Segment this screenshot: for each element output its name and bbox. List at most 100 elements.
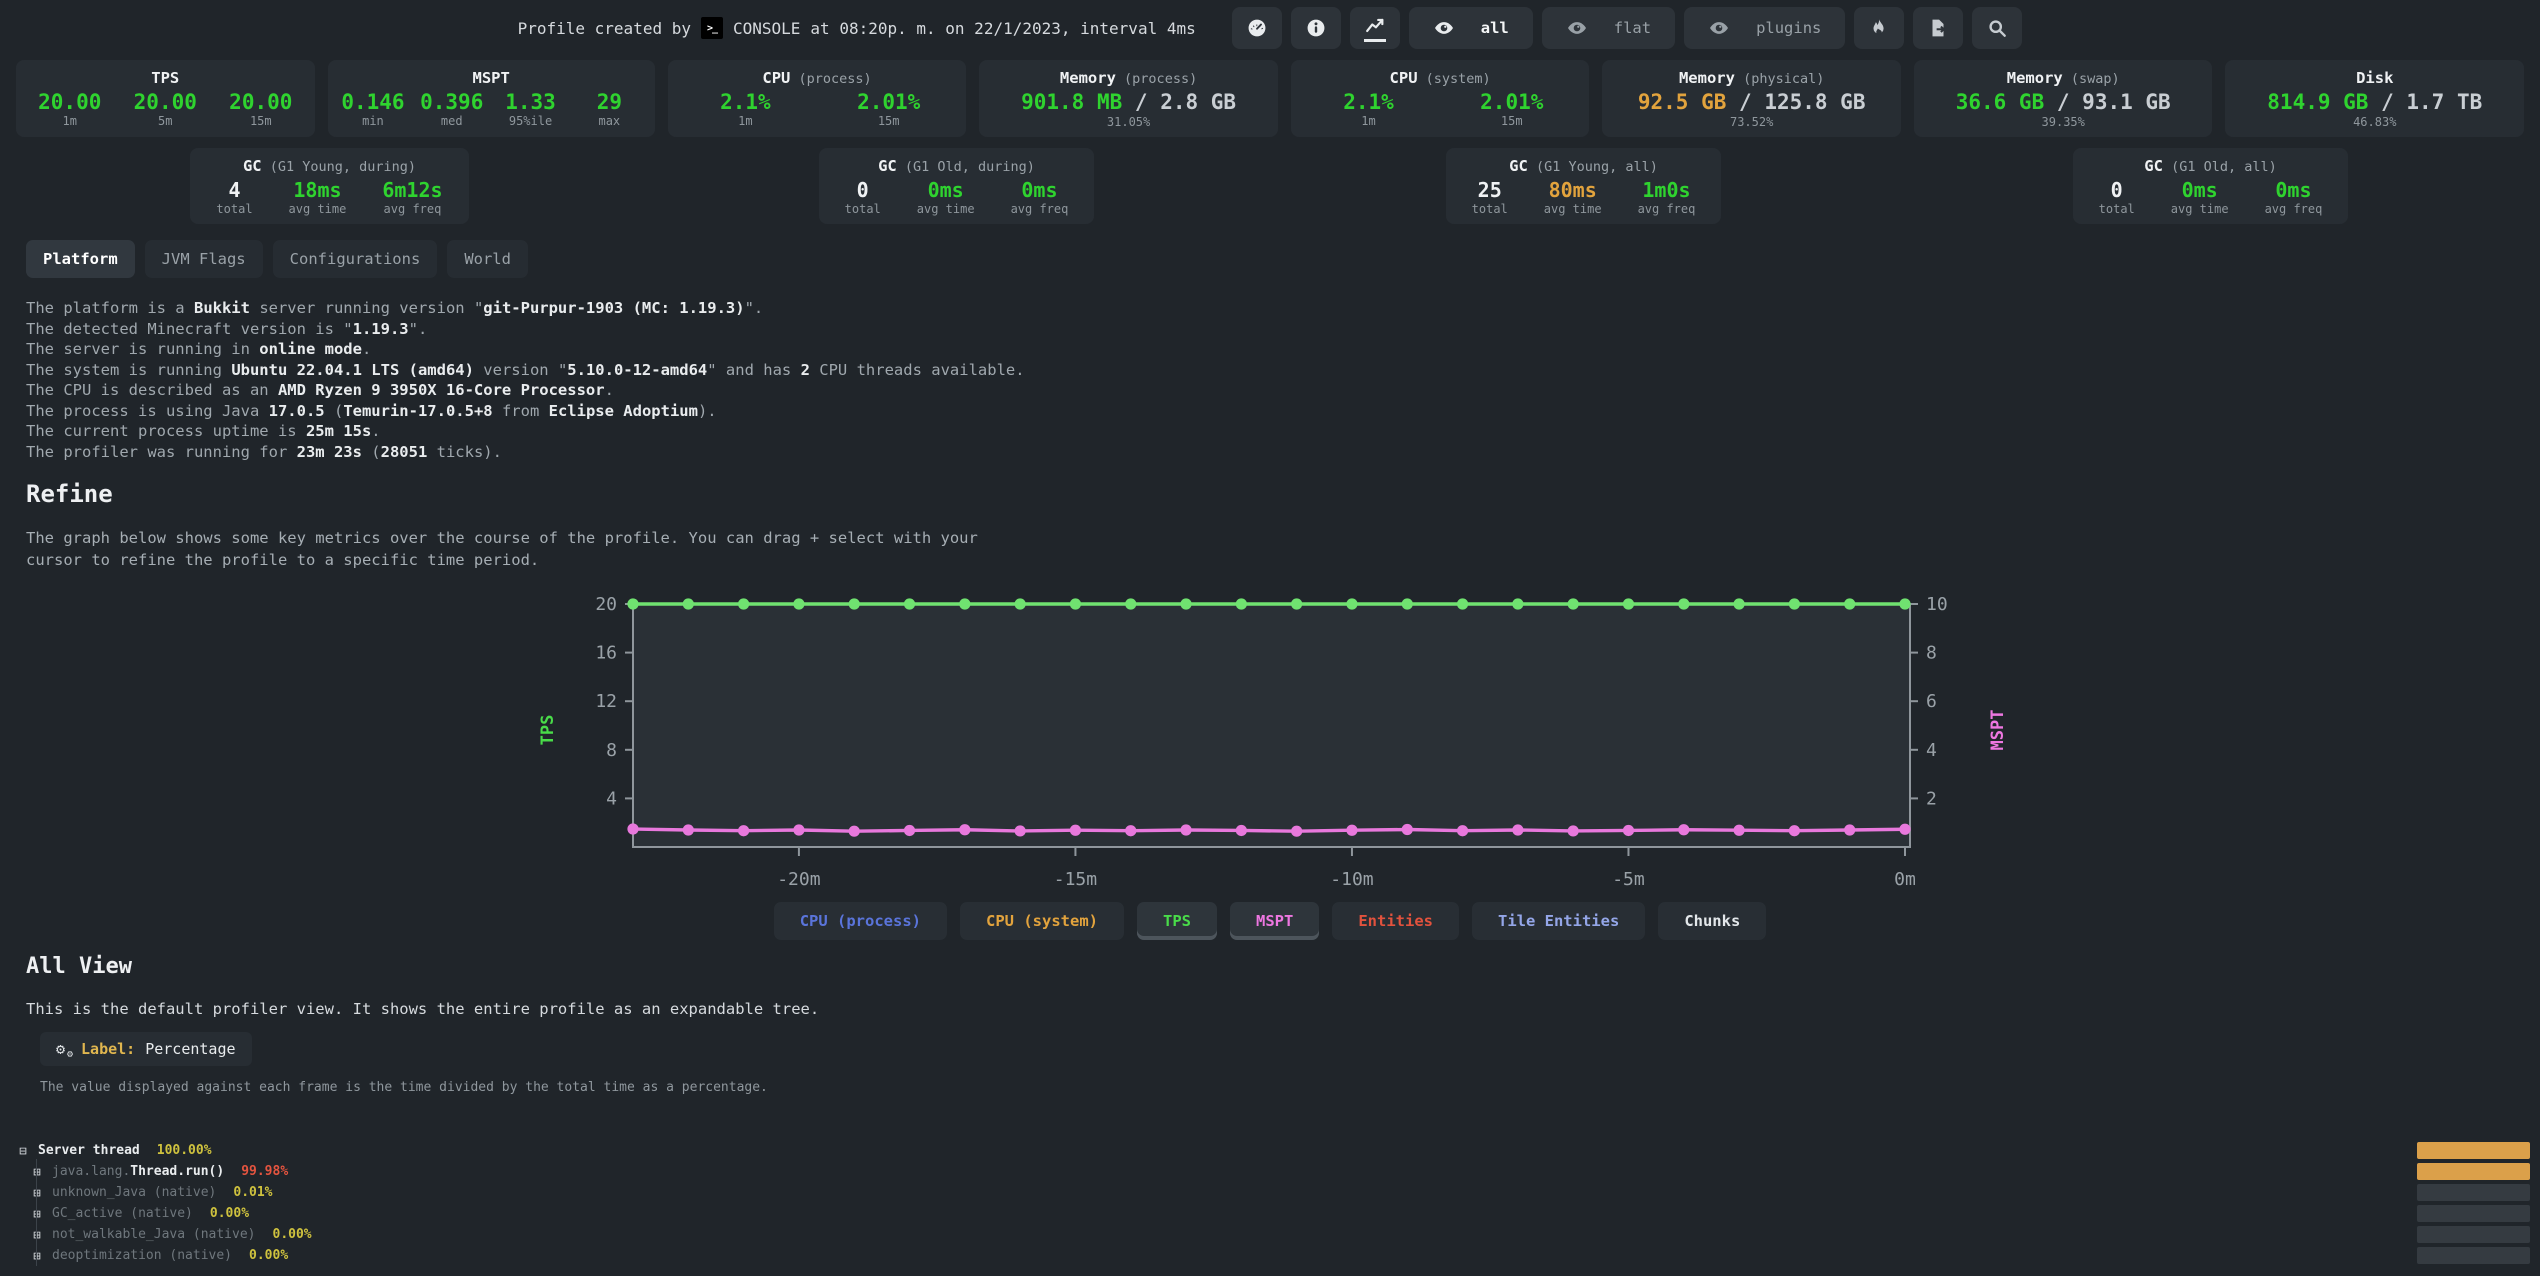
console-avatar-icon: >_ bbox=[701, 17, 723, 39]
stat-used-value: 901.8 MB bbox=[1021, 90, 1122, 114]
series-point-tps bbox=[1291, 598, 1302, 609]
series-point-tps bbox=[1180, 598, 1191, 609]
refine-description: The graph below shows some key metrics o… bbox=[26, 528, 1006, 571]
tab-world[interactable]: World bbox=[447, 240, 528, 278]
platform-info-segment: ). bbox=[698, 402, 717, 420]
platform-info-segment: . bbox=[362, 340, 371, 358]
legend-button-cpu-system[interactable]: CPU (system) bbox=[960, 902, 1124, 940]
series-point-mspt bbox=[738, 825, 749, 836]
stat-fraction-separator: / bbox=[1726, 90, 1764, 114]
stat-widget-title-text: Memory bbox=[2007, 69, 2063, 87]
header-bar: Profile created by >_ CONSOLE at 08:20p.… bbox=[0, 0, 2540, 56]
gc-widget-values: 0total0msavg time0msavg freq bbox=[2099, 178, 2323, 216]
legend-button-tile-entities[interactable]: Tile Entities bbox=[1472, 902, 1645, 940]
tree-row[interactable]: ⊟Server thread100.00% bbox=[16, 1140, 2530, 1161]
gc-col-total: 25total bbox=[1472, 178, 1508, 216]
gc-value-label: avg time bbox=[2171, 202, 2229, 216]
all-view-heading: All View bbox=[26, 954, 132, 979]
gc-col-avg-time: 0msavg time bbox=[917, 178, 975, 216]
stat-value-label: 1m bbox=[1297, 114, 1440, 128]
platform-info-segment: from bbox=[493, 402, 549, 420]
expand-icon[interactable]: ⊞ bbox=[30, 1164, 44, 1179]
series-point-tps bbox=[1125, 598, 1136, 609]
stat-widget-title: Memory (process) bbox=[985, 69, 1272, 87]
series-point-mspt bbox=[904, 825, 915, 836]
stat-value-label: max bbox=[570, 114, 649, 128]
platform-info-line: The process is using Java 17.0.5 (Temuri… bbox=[26, 401, 1025, 422]
stat-value: 0.396 bbox=[412, 90, 491, 114]
platform-info-segment: Eclipse Adoptium bbox=[549, 402, 698, 420]
tree-row[interactable]: ⊞unknown_Java (native)0.01% bbox=[16, 1182, 2530, 1203]
gc-col-avg-freq: 6m12savg freq bbox=[382, 178, 442, 216]
gc-value-label: total bbox=[845, 202, 881, 216]
refine-chart[interactable]: 20161284108642-20m-15m-10m-5m0mTPSMSPT bbox=[0, 570, 2540, 920]
gc-widget-title-sub: (G1 Old, all) bbox=[2163, 159, 2277, 175]
info-button[interactable] bbox=[1291, 7, 1341, 49]
export-icon bbox=[1927, 17, 1949, 39]
platform-info-text: The platform is a Bukkit server running … bbox=[26, 298, 1025, 462]
tree-row[interactable]: ⊞not_walkable_Java (native)0.00% bbox=[16, 1224, 2530, 1245]
gc-widget-title-sub: (G1 Old, during) bbox=[897, 159, 1035, 175]
platform-info-segment: ( bbox=[325, 402, 344, 420]
series-point-tps bbox=[1623, 598, 1634, 609]
tree-row[interactable]: ⊞deoptimization (native)0.00% bbox=[16, 1245, 2530, 1266]
collapse-icon[interactable]: ⊟ bbox=[16, 1143, 30, 1158]
tree-node-bar bbox=[2417, 1247, 2530, 1264]
gauge-button[interactable] bbox=[1232, 7, 1282, 49]
eye-icon bbox=[1566, 17, 1588, 39]
view-toggle-label: all bbox=[1481, 19, 1509, 37]
tab-platform[interactable]: Platform bbox=[26, 240, 135, 278]
tree-row[interactable]: ⊞ GC_active (native) 0.00% bbox=[16, 1203, 2530, 1224]
legend-button-chunks[interactable]: Chunks bbox=[1658, 902, 1766, 940]
gc-widget-title: GC (G1 Young, all) bbox=[1472, 157, 1696, 175]
view-toggle-all[interactable]: all bbox=[1409, 7, 1533, 49]
right-axis-tick-label: 2 bbox=[1926, 788, 1937, 809]
gc-col-avg-time: 18msavg time bbox=[289, 178, 347, 216]
gears-icon: ⚙⚙ bbox=[56, 1042, 71, 1057]
expand-icon[interactable]: ⊞ bbox=[30, 1206, 44, 1221]
stat-widget-memory-physical: Memory (physical)92.5 GB / 125.8 GB73.52… bbox=[1602, 60, 1901, 137]
tab-jvm-flags[interactable]: JVM Flags bbox=[145, 240, 263, 278]
gc-value-label: avg freq bbox=[1011, 202, 1069, 216]
gc-widget-title: GC (G1 Old, all) bbox=[2099, 157, 2323, 175]
stat-fraction-separator: / bbox=[2044, 90, 2082, 114]
platform-info-segment: The detected Minecraft version is " bbox=[26, 320, 353, 338]
stat-widget-title-text: MSPT bbox=[472, 69, 509, 87]
gc-cell: GC (G1 Old, during)0total0msavg time0msa… bbox=[643, 148, 1270, 224]
legend-button-mspt[interactable]: MSPT bbox=[1230, 902, 1319, 940]
series-point-tps bbox=[959, 598, 970, 609]
expand-icon[interactable]: ⊞ bbox=[30, 1227, 44, 1242]
flame-button[interactable] bbox=[1854, 7, 1904, 49]
chart-legend: CPU (process) CPU (system) TPS MSPT Entities… bbox=[0, 902, 2540, 940]
series-point-mspt bbox=[1070, 825, 1081, 836]
legend-button-tps[interactable]: TPS bbox=[1137, 902, 1217, 940]
gc-widget-values: 4total18msavg time6m12savg freq bbox=[216, 178, 442, 216]
series-point-tps bbox=[1789, 598, 1800, 609]
label-mode-chip[interactable]: ⚙⚙ Label: Percentage bbox=[40, 1032, 252, 1066]
eye-icon bbox=[1433, 17, 1455, 39]
view-toggle-plugins[interactable]: plugins bbox=[1684, 7, 1845, 49]
chart-button[interactable] bbox=[1350, 7, 1400, 49]
gc-cell: GC (G1 Young, during)4total18msavg time6… bbox=[16, 148, 643, 224]
legend-button-cpu-process[interactable]: CPU (process) bbox=[774, 902, 947, 940]
search-icon bbox=[1986, 17, 2008, 39]
view-toggle-flat[interactable]: flat bbox=[1542, 7, 1675, 49]
stat-widget-values: 2.1%1m2.01%15m bbox=[1297, 90, 1584, 128]
search-button[interactable] bbox=[1972, 7, 2022, 49]
right-axis-tick-label: 4 bbox=[1926, 740, 1937, 761]
tree-node-name-segment: deoptimization (native) bbox=[52, 1248, 232, 1263]
gc-cell: GC (G1 Old, all) 0total0msavg time0msavg … bbox=[1897, 148, 2524, 224]
export-button[interactable] bbox=[1913, 7, 1963, 49]
stat-col-5m: 20.005m bbox=[118, 90, 214, 128]
tab-configurations[interactable]: Configurations bbox=[273, 240, 438, 278]
label-chip-value: Percentage bbox=[145, 1040, 235, 1058]
stat-value: 20.00 bbox=[118, 90, 214, 114]
expand-icon[interactable]: ⊞ bbox=[30, 1248, 44, 1263]
platform-info-line: The profiler was running for 23m 23s (28… bbox=[26, 442, 1025, 463]
legend-button-entities[interactable]: Entities bbox=[1332, 902, 1459, 940]
series-point-tps bbox=[1512, 598, 1523, 609]
tree-node-name: GC_active (native) bbox=[52, 1206, 193, 1221]
expand-icon[interactable]: ⊞ bbox=[30, 1185, 44, 1200]
tree-node-percent: 0.00% bbox=[210, 1206, 249, 1221]
tree-row[interactable]: ⊞java.lang.Thread.run()99.98% bbox=[16, 1161, 2530, 1182]
